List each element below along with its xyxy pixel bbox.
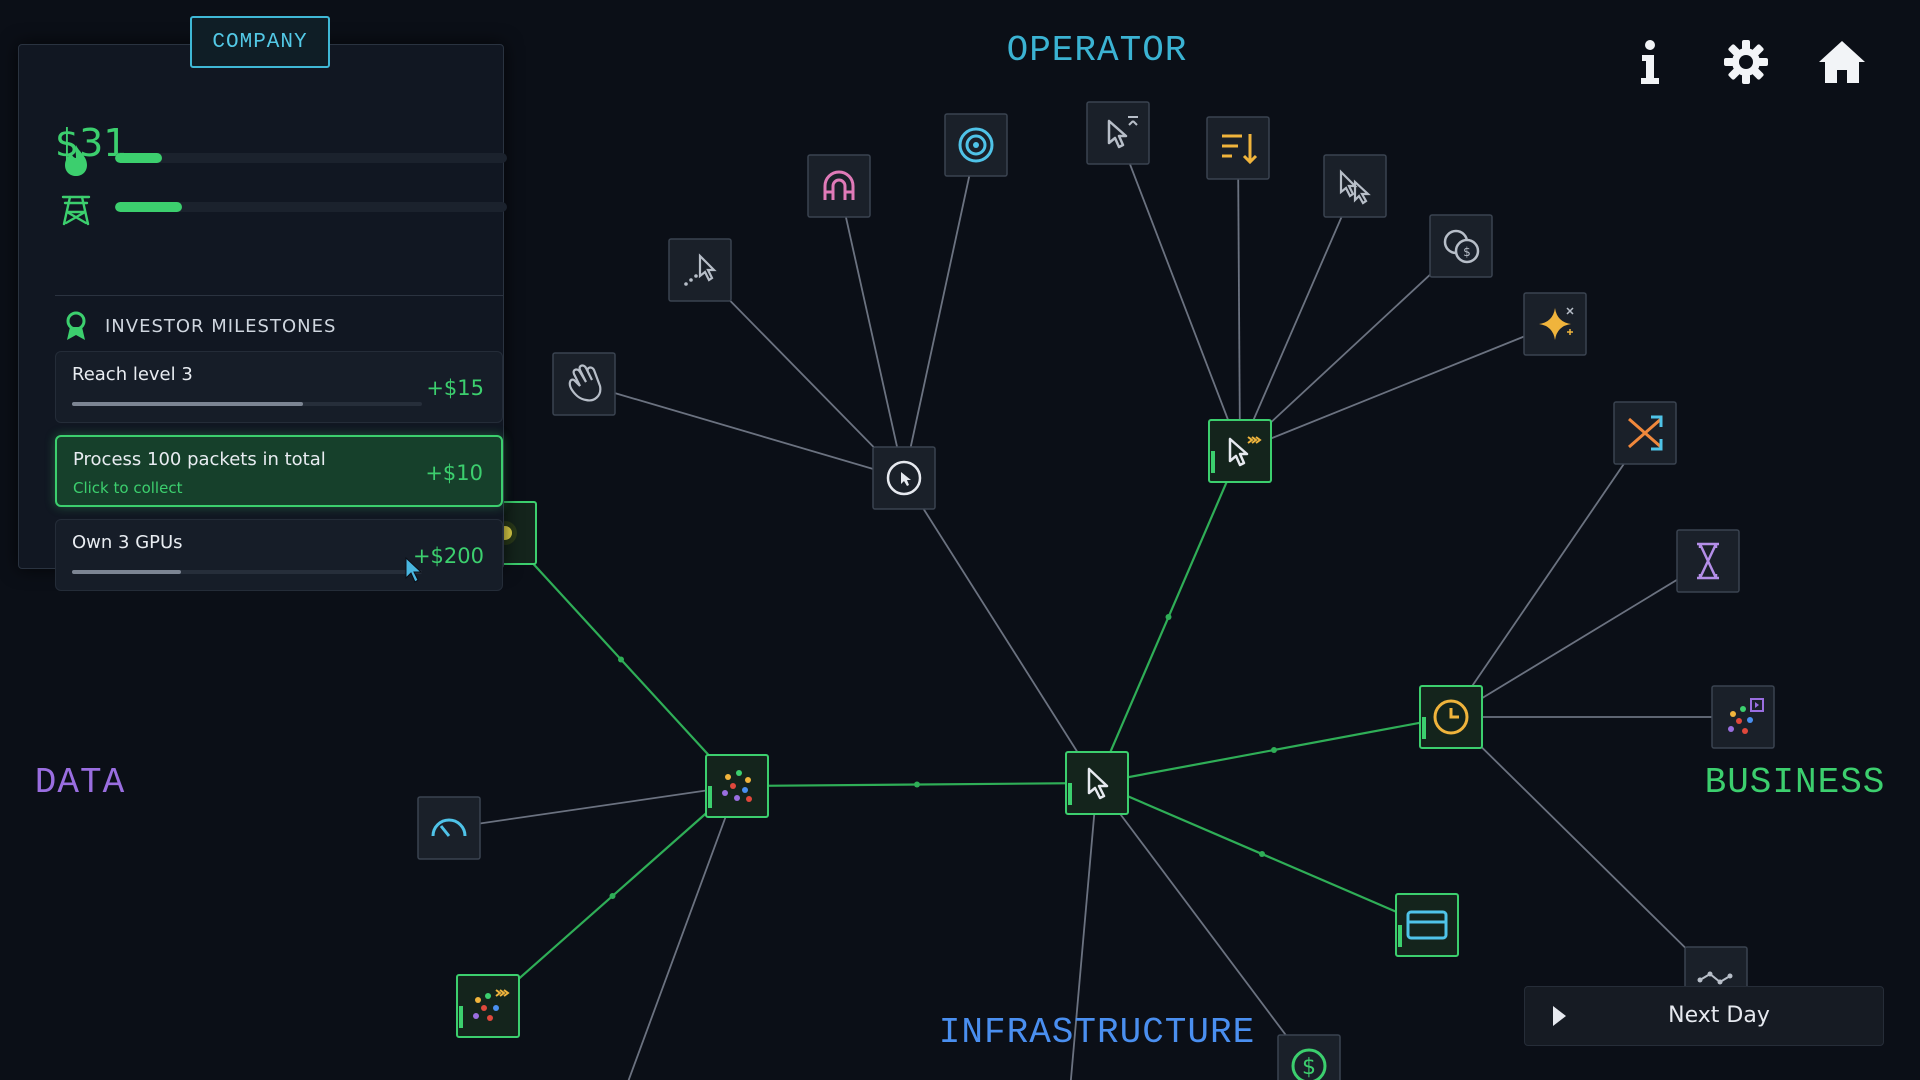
milestone-progress	[72, 402, 422, 406]
milestone-item-collectable[interactable]: Process 100 packets in total Click to co…	[55, 435, 503, 507]
edge-dot	[1259, 851, 1265, 857]
tree-edge	[1239, 245, 1462, 452]
section-label-data: DATA	[34, 762, 126, 803]
section-label-infrastructure: INFRASTRUCTURE	[938, 1012, 1256, 1053]
skill-node-op-magnet[interactable]	[807, 154, 871, 218]
stat-heat	[59, 143, 507, 176]
next-day-label: Next Day	[1668, 1003, 1770, 1028]
skill-node-biz-clock[interactable]	[1419, 685, 1483, 749]
svg-text:$: $	[1463, 245, 1471, 259]
mouse-pointer-icon	[405, 556, 423, 583]
edge-dot	[618, 656, 624, 663]
tree-edge	[1450, 716, 1717, 979]
skill-node-op-sort[interactable]	[1206, 116, 1270, 180]
tree-edge	[903, 477, 1098, 784]
section-label-operator: OPERATOR	[1006, 30, 1188, 71]
tree-edge	[627, 785, 738, 1080]
home-icon[interactable]	[1816, 36, 1868, 88]
skill-node-biz-card[interactable]	[1395, 893, 1459, 957]
edge-dot	[914, 781, 920, 788]
milestone-collect-hint: Click to collect	[73, 479, 183, 497]
edge-dot	[609, 893, 616, 899]
info-icon[interactable]	[1624, 36, 1676, 88]
company-tab[interactable]: COMPANY	[190, 16, 330, 68]
tree-edge	[1450, 560, 1709, 718]
skill-node-data-hub[interactable]	[705, 754, 769, 818]
tree-edge	[903, 144, 977, 479]
svg-text:$: $	[1302, 1055, 1316, 1080]
edge-dot	[1165, 614, 1172, 620]
skill-node-core[interactable]	[1065, 751, 1129, 815]
milestone-reward: +$10	[425, 461, 483, 485]
skill-node-op-coins[interactable]: $	[1429, 214, 1493, 278]
milestones-header: INVESTOR MILESTONES	[63, 311, 336, 341]
milestone-title: Process 100 packets in total	[73, 449, 326, 470]
skill-node-op-sparkle[interactable]	[1523, 292, 1587, 356]
skill-node-op-hub[interactable]	[1208, 419, 1272, 483]
skill-node-data-packets-fast[interactable]	[456, 974, 520, 1038]
skill-node-op-multi-cursor[interactable]	[1323, 154, 1387, 218]
section-label-business: BUSINESS	[1704, 762, 1886, 803]
milestone-reward: +$15	[426, 376, 484, 400]
edge-dot	[1271, 747, 1277, 753]
tree-edge	[448, 785, 738, 829]
company-panel: $31 INVESTOR MILESTONES Reach level 3 +$…	[18, 44, 507, 591]
milestone-title: Own 3 GPUs	[72, 532, 183, 553]
milestone-item[interactable]: Own 3 GPUs +$200	[55, 519, 503, 591]
tree-edge	[583, 383, 905, 479]
skill-node-op-hand[interactable]	[552, 352, 616, 416]
milestones-title: INVESTOR MILESTONES	[105, 315, 337, 337]
skill-node-data-gauge[interactable]	[417, 796, 481, 860]
flame-icon	[65, 145, 87, 176]
tree-edge	[838, 185, 905, 479]
gear-icon[interactable]	[1720, 36, 1772, 88]
skill-node-biz-shuffle[interactable]	[1613, 401, 1677, 465]
skill-node-infra-coin[interactable]: $	[1277, 1034, 1341, 1080]
tree-edge	[1450, 432, 1646, 718]
skill-node-op-trail[interactable]	[668, 238, 732, 302]
skill-node-op-cursor-top[interactable]	[1086, 101, 1150, 165]
panel-divider	[55, 295, 503, 296]
stat-power	[59, 192, 507, 226]
award-icon	[66, 311, 86, 340]
skill-node-biz-packets[interactable]	[1711, 685, 1775, 749]
skill-node-biz-hourglass[interactable]	[1676, 529, 1740, 593]
milestone-title: Reach level 3	[72, 364, 193, 385]
skill-node-op-timer[interactable]	[872, 446, 936, 510]
milestone-item[interactable]: Reach level 3 +$15	[55, 351, 503, 423]
skill-node-op-target[interactable]	[944, 113, 1008, 177]
tower-icon	[61, 195, 91, 226]
tree-edge	[1237, 147, 1241, 452]
milestone-progress	[72, 570, 422, 574]
next-day-button[interactable]: Next Day	[1524, 986, 1884, 1046]
tree-edge	[1117, 132, 1241, 452]
